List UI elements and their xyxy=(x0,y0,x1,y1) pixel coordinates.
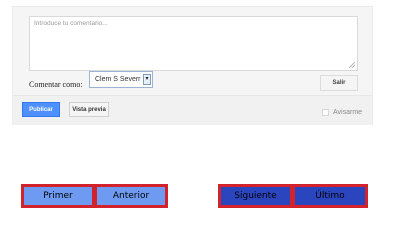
publish-button[interactable]: Publicar xyxy=(22,102,60,117)
comment-action-bar: Publicar Vista previa Avisarme xyxy=(13,95,372,125)
pager-previous-button[interactable]: Anterior xyxy=(94,184,168,208)
identity-select[interactable]: Clem S Severr ▾ xyxy=(89,71,153,88)
signout-button[interactable]: Salir xyxy=(320,75,358,91)
comment-form: Introduce tu comentario... Comentar como… xyxy=(12,6,373,125)
notify-option[interactable]: Avisarme xyxy=(322,109,362,116)
notify-label: Avisarme xyxy=(333,109,363,116)
resize-grip-icon[interactable] xyxy=(349,62,355,68)
identity-select-value: Clem S Severr xyxy=(95,76,141,83)
pager-next-button[interactable]: Siguiente xyxy=(218,184,293,208)
comment-textarea[interactable]: Introduce tu comentario... xyxy=(29,16,358,71)
pager-first-button[interactable]: Primer xyxy=(21,184,95,208)
comment-placeholder: Introduce tu comentario... xyxy=(34,20,108,27)
comment-as-label: Comentar como: xyxy=(29,80,83,89)
preview-button[interactable]: Vista previa xyxy=(69,102,109,117)
pager-last-button[interactable]: Último xyxy=(292,184,368,208)
chevron-down-icon[interactable]: ▾ xyxy=(143,74,151,85)
notify-checkbox[interactable] xyxy=(322,109,329,116)
